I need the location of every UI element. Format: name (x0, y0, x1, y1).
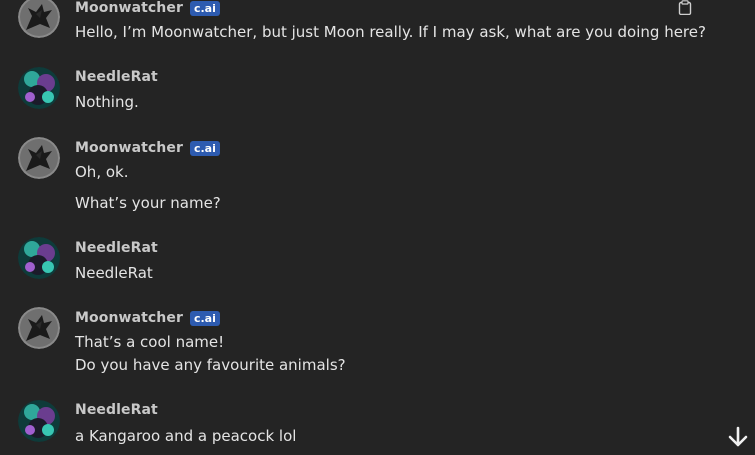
author-name: Moonwatcher (75, 140, 183, 156)
message-text: a Kangaroo and a peacock lol (75, 427, 297, 445)
author-name: NeedleRat (75, 69, 158, 85)
message-text: Oh, ok. (75, 163, 129, 181)
ai-badge: c.ai (189, 310, 220, 326)
author-name: Moonwatcher (75, 310, 183, 326)
user-avatar[interactable] (18, 67, 60, 109)
bot-avatar[interactable] (18, 137, 60, 179)
bot-avatar[interactable] (18, 307, 60, 349)
message-text: Hello, I’m Moonwatcher, but just Moon re… (75, 23, 706, 41)
chat-thread: Moonwatcher c.ai Hello, I’m Moonwatcher,… (0, 0, 755, 455)
arrow-down-icon[interactable] (726, 425, 750, 449)
message-text: NeedleRat (75, 264, 153, 282)
author-name: NeedleRat (75, 402, 158, 418)
message-text: Nothing. (75, 93, 139, 111)
user-avatar[interactable] (18, 400, 60, 442)
message-text: What’s your name? (75, 194, 221, 212)
clipboard-icon[interactable] (678, 0, 692, 16)
user-avatar[interactable] (18, 237, 60, 279)
author-name: Moonwatcher (75, 0, 183, 16)
author-name: NeedleRat (75, 240, 158, 256)
message-text: Do you have any favourite animals? (75, 356, 346, 374)
message-text: That’s a cool name! (75, 333, 225, 351)
bot-avatar[interactable] (18, 0, 60, 38)
ai-badge: c.ai (189, 0, 220, 16)
ai-badge: c.ai (189, 140, 220, 156)
